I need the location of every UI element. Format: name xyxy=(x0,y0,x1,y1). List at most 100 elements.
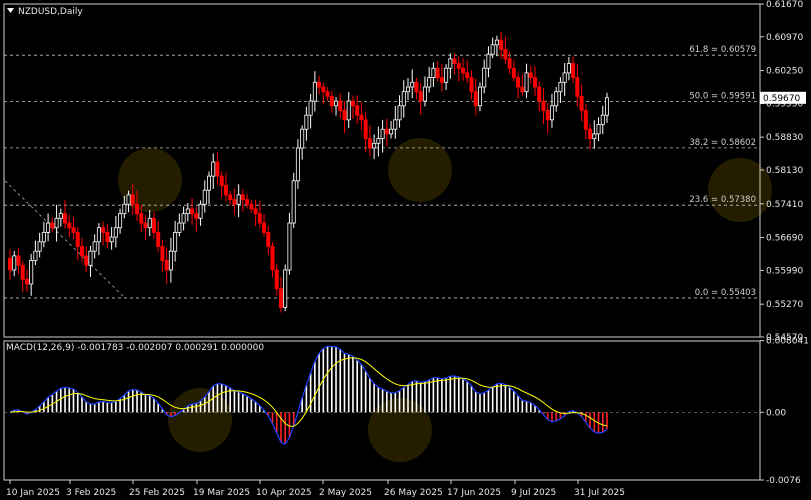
candle-body xyxy=(105,232,110,243)
candle-body xyxy=(84,255,89,266)
candle-body xyxy=(490,44,495,55)
symbol-title: NZDUSD,Daily xyxy=(18,7,83,17)
fib-level-label: 61.8 = 0.60579 xyxy=(689,45,756,55)
candle-body xyxy=(596,124,601,135)
candle-body xyxy=(79,246,84,257)
candle-body xyxy=(355,105,360,116)
candle-body xyxy=(456,63,461,69)
y-tick-label: 0.58130 xyxy=(766,166,803,176)
candle-body xyxy=(46,222,51,233)
candle-body xyxy=(236,194,241,205)
candle-body xyxy=(206,175,211,191)
candle-body xyxy=(410,81,415,88)
candle-body xyxy=(384,128,389,135)
candle-body xyxy=(96,227,101,243)
candle-body xyxy=(126,194,131,205)
candle-body xyxy=(600,114,605,125)
candle-body xyxy=(245,199,250,205)
candle-body xyxy=(37,241,42,252)
candle-body xyxy=(283,269,288,308)
fib-level-label: 0.0 = 0.55403 xyxy=(695,288,756,298)
candle-body xyxy=(75,232,80,247)
x-tick-label: 3 Feb 2025 xyxy=(66,488,116,498)
candle-body xyxy=(579,95,584,111)
candle-body xyxy=(118,213,123,229)
candle-body xyxy=(444,67,449,83)
candle-body xyxy=(507,58,512,69)
candle-body xyxy=(287,222,292,271)
macd-tick-label: 0.00 xyxy=(766,408,786,418)
candle-body xyxy=(317,81,322,88)
fib-level-label: 50.0 = 0.59591 xyxy=(689,92,756,102)
candle-body xyxy=(12,255,17,271)
candle-body xyxy=(338,100,343,111)
candle-body xyxy=(278,288,283,308)
candle-body xyxy=(135,203,140,215)
candle-body xyxy=(325,91,330,97)
candle-body xyxy=(465,72,470,79)
candle-body xyxy=(393,119,398,130)
x-tick-label: 17 Jun 2025 xyxy=(447,488,501,498)
candle-body xyxy=(54,217,59,229)
candle-body xyxy=(461,67,466,74)
candle-body xyxy=(528,72,533,79)
candle-body xyxy=(228,194,233,200)
candle-body xyxy=(291,180,296,224)
x-tick-label: 10 Jan 2025 xyxy=(6,488,60,498)
candle-body xyxy=(202,189,207,205)
candle-body xyxy=(240,194,245,200)
candle-body xyxy=(139,213,144,224)
macd-title: MACD(12,26,9) -0.001783 -0.002007 0.0002… xyxy=(6,343,264,353)
candle-body xyxy=(253,208,258,215)
macd-tick-label: -0.0076 xyxy=(766,476,801,486)
candle-body xyxy=(499,39,504,50)
candle-body xyxy=(109,236,114,243)
candle-body xyxy=(321,86,326,93)
candle-body xyxy=(58,213,63,219)
candle-body xyxy=(511,67,516,79)
candle-body xyxy=(346,100,351,121)
candle-body xyxy=(92,241,97,252)
candle-body xyxy=(101,227,106,233)
candle-body xyxy=(156,232,161,247)
candle-body xyxy=(29,260,34,285)
candle-body xyxy=(397,105,402,121)
candle-body xyxy=(334,100,339,107)
candle-body xyxy=(16,255,21,266)
candle-body xyxy=(350,100,355,107)
candle-body xyxy=(342,110,347,121)
candle-body xyxy=(566,63,571,74)
candle-body xyxy=(329,95,334,107)
y-tick-label: 0.60250 xyxy=(766,67,803,77)
y-tick-label: 0.55270 xyxy=(766,300,803,310)
candle-body xyxy=(575,77,580,97)
candle-body xyxy=(418,91,423,102)
candle-body xyxy=(164,260,169,271)
candle-body xyxy=(223,185,228,196)
candle-body xyxy=(185,208,190,215)
candle-body xyxy=(249,203,254,210)
x-tick-label: 26 May 2025 xyxy=(384,488,443,498)
candle-body xyxy=(24,278,29,285)
x-tick-label: 2 May 2025 xyxy=(319,488,372,498)
candle-body xyxy=(173,232,178,252)
candle-body xyxy=(554,91,559,107)
candle-body xyxy=(549,105,554,121)
candle-body xyxy=(414,81,419,93)
candle-body xyxy=(211,161,216,177)
candle-body xyxy=(308,100,313,116)
candle-body xyxy=(482,67,487,88)
candle-body xyxy=(181,213,186,224)
candle-body xyxy=(520,86,525,93)
y-tick-label: 0.56690 xyxy=(766,234,803,244)
candle-body xyxy=(50,222,55,229)
candle-body xyxy=(533,77,538,88)
candle-body xyxy=(541,100,546,111)
candle-body xyxy=(232,199,237,205)
candle-body xyxy=(41,232,46,243)
y-tick-label: 0.61670 xyxy=(766,0,803,10)
candle-body xyxy=(486,53,491,69)
y-tick-label: 0.57410 xyxy=(766,200,803,210)
candle-body xyxy=(122,203,127,215)
watermark-logo-icon xyxy=(708,158,772,222)
